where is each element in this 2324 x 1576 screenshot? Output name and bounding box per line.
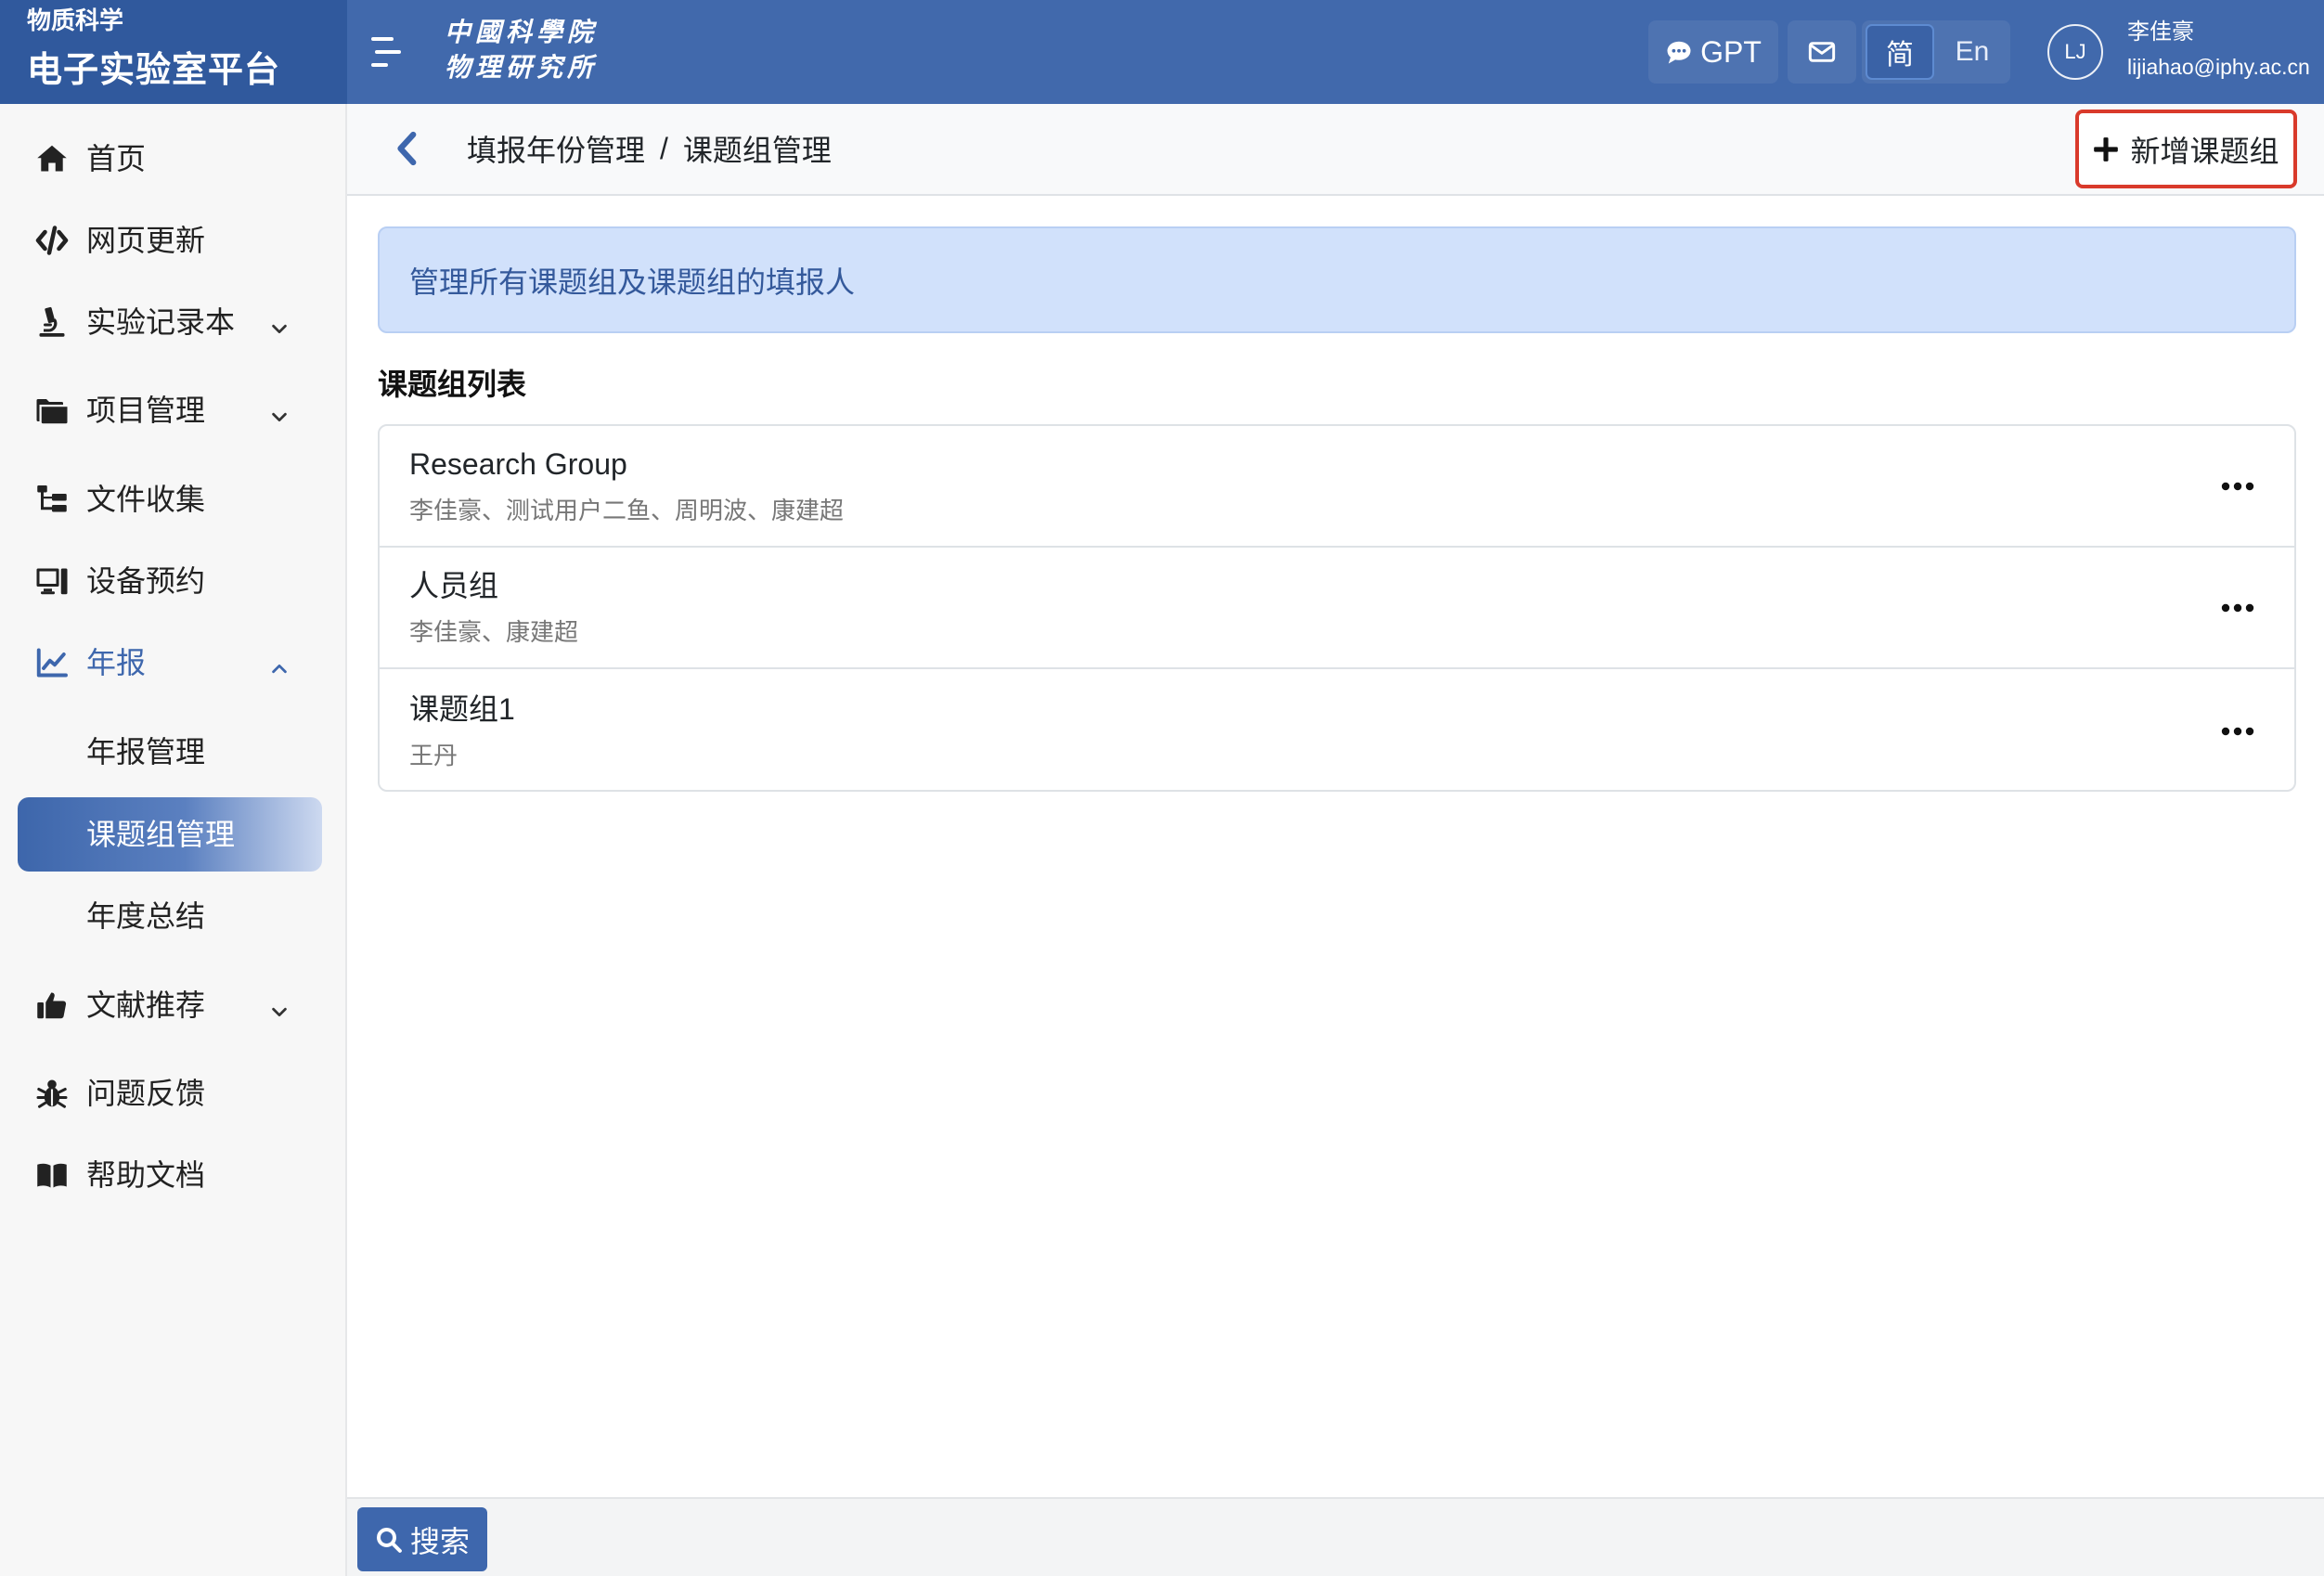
group-list-heading: 课题组列表: [378, 368, 527, 401]
chat-bubble-icon: [1665, 38, 1693, 66]
sidebar-item-label: 年度总结: [86, 899, 206, 933]
info-alert: 管理所有课题组及课题组的填报人: [378, 226, 2296, 333]
sidebar-subitem-annual-summary[interactable]: 年度总结: [18, 879, 322, 953]
sidebar-item-projects[interactable]: 项目管理: [18, 373, 322, 447]
sidebar-item-label: 文献推荐: [86, 988, 206, 1022]
group-members: 李佳豪、康建超: [409, 618, 579, 646]
sidebar-item-file-collection[interactable]: 文件收集: [18, 462, 322, 536]
menu-toggle-icon[interactable]: [368, 34, 401, 70]
search-button[interactable]: 搜索: [357, 1507, 487, 1571]
brand-org: 物质科学: [27, 6, 124, 34]
microscope-icon: [35, 305, 69, 339]
search-label: 搜索: [409, 1524, 470, 1558]
sidebar-item-label: 设备预约: [86, 564, 206, 598]
desktop-icon: [35, 564, 69, 598]
sidebar-item-label: 年报管理: [86, 735, 206, 769]
plus-icon: [2093, 136, 2119, 162]
list-item[interactable]: 课题组1 王丹: [380, 671, 2294, 790]
envelope-icon: [1807, 37, 1837, 67]
app-root: 物质科学 电子实验室平台 中國科學院 物理研究所 GPT 简 En LJ 李佳豪…: [0, 0, 2324, 1576]
breadcrumb-item-year-management[interactable]: 填报年份管理: [467, 127, 645, 170]
logo-line-2: 物理研究所: [445, 52, 599, 83]
gpt-label: GPT: [1700, 34, 1762, 69]
group-name: Research Group: [409, 447, 627, 481]
group-members: 李佳豪、测试用户二鱼、周明波、康建超: [409, 497, 845, 524]
code-icon: [35, 224, 69, 257]
book-icon: [35, 1158, 69, 1192]
add-group-label: 新增课题组: [2130, 134, 2279, 168]
sidebar-item-home[interactable]: 首页: [18, 122, 322, 196]
cas-iop-logo: 中國科學院 物理研究所: [445, 15, 602, 89]
language-switcher: 简 En: [1862, 20, 2010, 84]
chevron-down-icon: [269, 995, 290, 1017]
user-email[interactable]: lijiahao@iphy.ac.cn: [2127, 52, 2310, 82]
lang-option-en[interactable]: En: [1938, 24, 2007, 80]
lang-option-zh[interactable]: 简: [1866, 24, 1934, 80]
sidebar: 首页 网页更新 实验记录本 项目管理 文件收集 设备预约 年报 年报管理 课题组…: [0, 104, 347, 1576]
chevron-up-icon: [269, 652, 290, 674]
logo-line-1: 中國科學院: [445, 17, 599, 47]
chart-line-icon: [35, 646, 69, 679]
breadcrumb-item-current: 课题组管理: [682, 134, 832, 167]
sidebar-item-label: 文件收集: [86, 483, 206, 516]
list-item[interactable]: Research Group 李佳豪、测试用户二鱼、周明波、康建超: [380, 426, 2294, 548]
search-icon: [375, 1526, 403, 1554]
sidebar-item-annual-report[interactable]: 年报: [18, 626, 322, 700]
sidebar-item-label: 课题组管理: [86, 818, 236, 851]
sidebar-item-lab-notebook[interactable]: 实验记录本: [18, 285, 322, 359]
sidebar-item-label: 实验记录本: [86, 305, 236, 339]
sidebar-item-label: 年报: [86, 646, 147, 679]
group-list: Research Group 李佳豪、测试用户二鱼、周明波、康建超 人员组 李佳…: [378, 424, 2296, 792]
home-icon: [35, 142, 69, 175]
sidebar-item-web-update[interactable]: 网页更新: [18, 203, 322, 278]
sidebar-item-equipment-booking[interactable]: 设备预约: [18, 544, 322, 618]
sidebar-item-label: 帮助文档: [86, 1158, 206, 1192]
sidebar-item-feedback[interactable]: 问题反馈: [18, 1056, 322, 1130]
sidebar-item-label: 首页: [86, 142, 147, 175]
sidebar-subitem-group-management[interactable]: 课题组管理: [18, 797, 322, 872]
breadcrumb: 填报年份管理 / 课题组管理: [467, 127, 832, 170]
breadcrumb-separator: /: [660, 131, 668, 165]
chevron-down-icon: [269, 312, 290, 334]
thumbs-up-icon: [35, 988, 69, 1022]
top-navbar: 物质科学 电子实验室平台 中國科學院 物理研究所 GPT 简 En LJ 李佳豪…: [0, 0, 2324, 104]
more-options-icon[interactable]: [2219, 598, 2256, 618]
sidebar-item-literature[interactable]: 文献推荐: [18, 968, 322, 1042]
folder-icon: [35, 394, 69, 427]
sidebar-item-help-docs[interactable]: 帮助文档: [18, 1138, 322, 1212]
sidebar-item-label: 网页更新: [86, 224, 206, 257]
more-options-icon[interactable]: [2219, 476, 2256, 497]
info-alert-text: 管理所有课题组及课题组的填报人: [409, 265, 856, 299]
gpt-button[interactable]: GPT: [1648, 20, 1778, 84]
user-name[interactable]: 李佳豪: [2127, 17, 2194, 48]
group-name: 课题组1: [409, 692, 515, 726]
chevron-down-icon: [269, 400, 290, 422]
brand-block[interactable]: 物质科学 电子实验室平台: [0, 0, 347, 104]
more-options-icon[interactable]: [2219, 721, 2256, 742]
group-name: 人员组: [409, 569, 499, 602]
sidebar-subitem-annual-report-management[interactable]: 年报管理: [18, 715, 322, 789]
sidebar-item-label: 问题反馈: [86, 1077, 206, 1110]
mail-button[interactable]: [1788, 20, 1856, 84]
sidebar-item-label: 项目管理: [86, 394, 206, 427]
group-members: 王丹: [409, 742, 458, 769]
back-chevron-icon[interactable]: [394, 130, 421, 167]
brand-title: 电子实验室平台: [27, 51, 281, 90]
avatar[interactable]: LJ: [2047, 24, 2103, 80]
footer-bar: [347, 1497, 2324, 1576]
sitemap-icon: [35, 483, 69, 516]
list-item[interactable]: 人员组 李佳豪、康建超: [380, 548, 2294, 669]
bug-icon: [35, 1077, 69, 1110]
add-group-button[interactable]: 新增课题组: [2075, 110, 2297, 188]
